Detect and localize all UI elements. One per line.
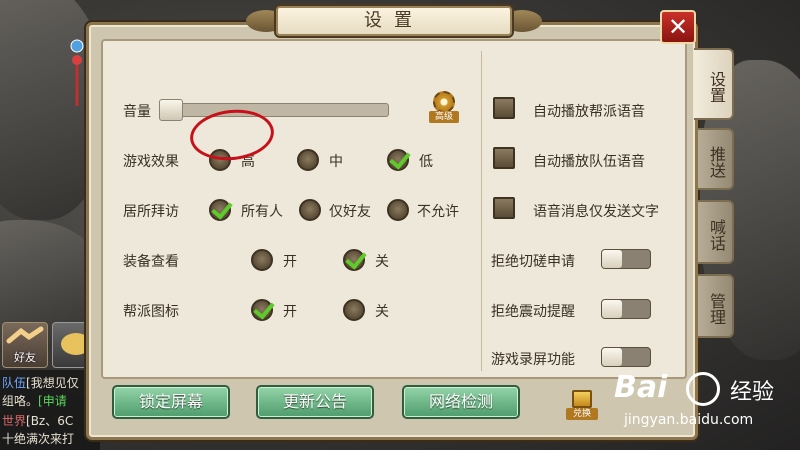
network-check-button[interactable]: 网络检测 <box>402 385 520 419</box>
tab-manage[interactable]: 管理 <box>698 274 734 338</box>
redeem-label: 兑换 <box>566 408 598 420</box>
chat-channel-tag: 队伍 <box>2 376 27 390</box>
guild-icon-off-label: 关 <box>375 304 389 320</box>
chat-line: 组咯。[申请 <box>2 392 98 409</box>
visit-all-radio[interactable] <box>209 199 231 221</box>
tab-settings[interactable]: 设置 <box>694 48 734 120</box>
lock-screen-button[interactable]: 锁定屏幕 <box>112 385 230 419</box>
chat-line: 队伍[我想见仅 <box>2 374 98 391</box>
chat-text: 组咯。 <box>2 394 39 408</box>
voice-text-only-checkbox[interactable] <box>493 197 515 219</box>
update-notice-button[interactable]: 更新公告 <box>256 385 374 419</box>
visit-friends-label: 仅好友 <box>329 204 371 220</box>
ornament-icon <box>70 38 84 108</box>
equip-off-radio[interactable] <box>343 249 365 271</box>
tab-shout[interactable]: 喊话 <box>698 200 734 264</box>
auto-guild-voice-label: 自动播放帮派语音 <box>533 104 645 120</box>
guild-icon-on-label: 开 <box>283 304 297 320</box>
effect-low-radio[interactable] <box>387 149 409 171</box>
equip-off-label: 关 <box>375 254 389 270</box>
screen-record-toggle[interactable] <box>601 347 651 367</box>
chat-panel[interactable]: 队伍[我想见仅 组咯。[申请 世界[Bz、6C 十绝满次来打 <box>0 370 100 450</box>
chat-line: 世界[Bz、6C <box>2 412 98 429</box>
refuse-vibrate-label: 拒绝震动提醒 <box>491 304 575 320</box>
guild-icon-label: 帮派图标 <box>123 304 179 320</box>
column-divider <box>481 51 482 371</box>
toggle-knob <box>602 348 622 366</box>
screen-record-label: 游戏录屏功能 <box>491 352 575 368</box>
advanced-graphics-button[interactable]: 高级 <box>429 91 459 123</box>
redeem-button[interactable]: 兑换 <box>566 388 598 420</box>
gear-icon <box>433 91 455 113</box>
equip-on-label: 开 <box>283 254 297 270</box>
visit-none-label: 不允许 <box>417 204 459 220</box>
settings-dialog: 音量 高级 游戏效果 高 中 低 居所拜访 所有人 仅好友 不允许 装备查看 开… <box>86 22 698 440</box>
visit-none-radio[interactable] <box>387 199 409 221</box>
chat-line: 十绝满次来打 <box>2 430 98 447</box>
watermark-url: jingyan.baidu.com <box>624 412 754 428</box>
guild-icon-on-radio[interactable] <box>251 299 273 321</box>
volume-slider-thumb[interactable] <box>159 99 183 121</box>
guild-icon-off-radio[interactable] <box>343 299 365 321</box>
refuse-duel-toggle[interactable] <box>601 249 651 269</box>
paw-icon <box>686 372 720 406</box>
effect-medium-radio[interactable] <box>297 149 319 171</box>
auto-team-voice-label: 自动播放队伍语音 <box>533 154 645 170</box>
equip-label: 装备查看 <box>123 254 179 270</box>
toggle-knob <box>602 300 622 318</box>
gift-icon <box>572 390 592 408</box>
chat-apply-link[interactable]: [申请 <box>38 394 67 408</box>
auto-guild-voice-checkbox[interactable] <box>493 97 515 119</box>
visit-label: 居所拜访 <box>123 204 179 220</box>
friend-button[interactable]: 好友 <box>2 322 48 368</box>
effect-medium-label: 中 <box>329 154 343 170</box>
close-icon: ✕ <box>667 13 689 41</box>
auto-team-voice-checkbox[interactable] <box>493 147 515 169</box>
visit-friends-radio[interactable] <box>299 199 321 221</box>
toggle-knob <box>602 250 622 268</box>
refuse-vibrate-toggle[interactable] <box>601 299 651 319</box>
watermark-logo: Bai <box>614 370 668 405</box>
effect-label: 游戏效果 <box>123 154 179 170</box>
dialog-title: 设置 <box>276 6 512 36</box>
chat-channel-tag: 世界 <box>2 414 27 428</box>
chat-text: [我想见仅 <box>26 376 79 390</box>
voice-text-only-label: 语音消息仅发送文字 <box>533 204 659 220</box>
settings-panel: 音量 高级 游戏效果 高 中 低 居所拜访 所有人 仅好友 不允许 装备查看 开… <box>101 39 687 379</box>
equip-on-radio[interactable] <box>251 249 273 271</box>
visit-all-label: 所有人 <box>241 204 283 220</box>
refuse-duel-label: 拒绝切磋申请 <box>491 254 575 270</box>
chat-text: 十绝满次来打 <box>2 432 75 446</box>
close-button[interactable]: ✕ <box>660 10 696 44</box>
chat-text: [Bz、6C <box>26 414 74 428</box>
friend-label: 好友 <box>14 351 36 364</box>
volume-slider[interactable] <box>163 103 389 117</box>
watermark-suffix: 经验 <box>730 380 775 405</box>
tab-push[interactable]: 推送 <box>698 128 734 190</box>
advanced-label: 高级 <box>429 111 459 123</box>
effect-low-label: 低 <box>419 154 433 170</box>
volume-label: 音量 <box>123 104 151 120</box>
